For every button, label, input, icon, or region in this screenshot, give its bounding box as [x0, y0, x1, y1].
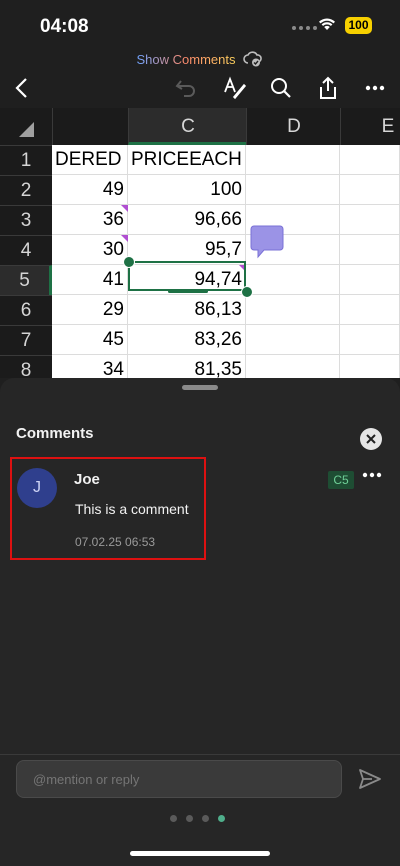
back-icon [15, 78, 27, 98]
cell-selection-box [128, 261, 246, 291]
cell-c8[interactable]: 81,35 [128, 355, 246, 378]
cell-d7[interactable] [246, 325, 340, 355]
comments-title: Comments [16, 425, 94, 442]
cell-d1[interactable] [246, 145, 340, 175]
cell-e5[interactable] [340, 265, 400, 295]
cell-b4[interactable]: 30 [52, 235, 128, 265]
cell-e2[interactable] [340, 175, 400, 205]
cell-c1[interactable]: PRICEEACH [128, 145, 246, 175]
document-title-row: Show Comments [0, 48, 400, 70]
selection-handle-top-left[interactable] [123, 256, 135, 268]
more-icon [365, 85, 385, 91]
comment-date: 07.02.25 06:53 [75, 535, 156, 549]
status-bar: 04:08 100 [0, 0, 400, 48]
close-icon [366, 434, 376, 444]
selection-handle-bottom-right[interactable] [241, 286, 253, 298]
row-header[interactable]: 1 [0, 145, 52, 176]
row-header[interactable]: 2 [0, 175, 52, 206]
undo-button[interactable] [172, 74, 200, 102]
comment-indicator [121, 235, 128, 242]
wifi-icon [319, 18, 335, 30]
status-time: 04:08 [40, 16, 89, 37]
cell-b2[interactable]: 49 [52, 175, 128, 205]
column-header-e[interactable]: E [340, 108, 400, 145]
column-header-c[interactable]: C [128, 108, 247, 145]
cellular-dots-icon [292, 26, 317, 30]
cell-c2[interactable]: 100 [128, 175, 246, 205]
page-dot-active[interactable] [218, 815, 225, 822]
reply-input[interactable] [16, 760, 342, 798]
page-indicator [170, 815, 225, 822]
row-header[interactable]: 6 [0, 295, 52, 326]
cell-b3[interactable]: 36 [52, 205, 128, 235]
row-header[interactable]: 8 [0, 355, 52, 378]
cell-e3[interactable] [340, 205, 400, 235]
page-dot[interactable] [186, 815, 193, 822]
search-button[interactable] [267, 74, 295, 102]
cell-c7[interactable]: 83,26 [128, 325, 246, 355]
cell-e4[interactable] [340, 235, 400, 265]
row-header[interactable]: 7 [0, 325, 52, 356]
cell-e1[interactable] [340, 145, 400, 175]
cell-b7[interactable]: 45 [52, 325, 128, 355]
format-button[interactable] [220, 74, 248, 102]
cell-b6[interactable]: 29 [52, 295, 128, 325]
column-header-bar: C D E [0, 108, 400, 145]
spreadsheet-grid[interactable]: C D E 1 2 3 4 5 6 7 8 DERED 49 36 30 41 … [0, 108, 400, 378]
more-button[interactable] [361, 74, 389, 102]
cell-d2[interactable] [246, 175, 340, 205]
toolbar [0, 70, 400, 106]
share-button[interactable] [314, 74, 342, 102]
row-header[interactable]: 3 [0, 205, 52, 236]
document-title[interactable]: Show Comments [137, 52, 236, 67]
share-icon [320, 76, 336, 99]
cell-e7[interactable] [340, 325, 400, 355]
comment-text: This is a comment [75, 501, 189, 517]
cell-b5[interactable]: 41 [52, 265, 128, 295]
undo-icon [175, 80, 195, 97]
select-all-corner[interactable] [0, 108, 52, 145]
comment-bubble-icon[interactable] [250, 225, 284, 261]
column-header-d[interactable]: D [246, 108, 341, 145]
cell-e6[interactable] [340, 295, 400, 325]
home-indicator[interactable] [130, 851, 270, 856]
back-button[interactable] [8, 74, 36, 102]
column-header-b[interactable] [52, 108, 129, 145]
format-icon [224, 76, 246, 100]
cell-d5[interactable] [246, 265, 340, 295]
cell-d8[interactable] [246, 355, 340, 378]
comment-indicator [121, 205, 128, 212]
comment-author: Joe [74, 471, 100, 488]
fill-handle-bar[interactable] [168, 290, 208, 293]
row-header[interactable]: 4 [0, 235, 52, 266]
cell-c3[interactable]: 96,66 [128, 205, 246, 235]
page-dot[interactable] [170, 815, 177, 822]
search-icon [271, 78, 291, 98]
send-icon[interactable] [358, 768, 382, 790]
close-comments-button[interactable] [360, 428, 382, 450]
cell-b8[interactable]: 34 [52, 355, 128, 378]
cell-reference-badge[interactable]: C5 [328, 471, 354, 489]
cloud-sync-icon [243, 51, 263, 67]
row-header-selected[interactable]: 5 [0, 265, 52, 296]
avatar: J [17, 468, 57, 508]
divider [0, 754, 400, 755]
comments-panel: Comments J Joe This is a comment 07.02.2… [0, 378, 400, 866]
cell-c6[interactable]: 86,13 [128, 295, 246, 325]
cell-d6[interactable] [246, 295, 340, 325]
page-dot[interactable] [202, 815, 209, 822]
select-all-icon [19, 122, 34, 137]
comment-more-icon[interactable] [362, 472, 382, 478]
battery-icon: 100 [345, 17, 372, 34]
sheet-grabber[interactable] [182, 385, 218, 390]
cell-e8[interactable] [340, 355, 400, 378]
cell-b1[interactable]: DERED [52, 145, 128, 175]
